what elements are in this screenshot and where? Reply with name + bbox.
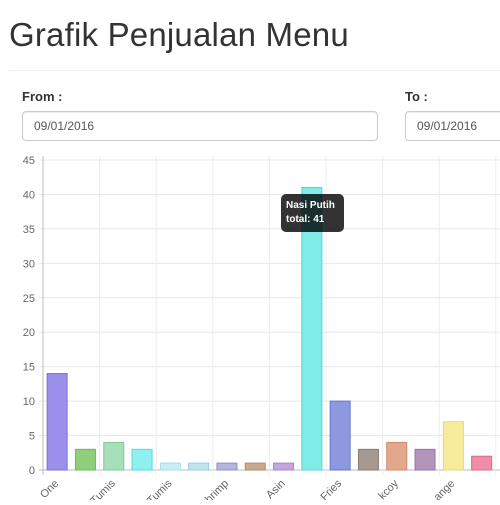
- chart-bar: [273, 462, 295, 471]
- x-tick-label: kcoy: [376, 477, 401, 500]
- bar-chart: 0 5 10 15 20 25 30 35 40 45 One Tumis Tumis hrimp Asin…: [23, 155, 500, 505]
- chart-bar: [329, 400, 351, 471]
- to-label: To :: [405, 89, 428, 104]
- chart-bar: [188, 462, 210, 471]
- chart-bar: [131, 448, 153, 471]
- x-tick-label: Tumis: [145, 477, 175, 500]
- tooltip-body: total: 41: [286, 214, 325, 225]
- from-date-input[interactable]: [22, 111, 378, 141]
- chart-bar: [244, 462, 266, 471]
- chart-bar: [216, 462, 238, 471]
- y-tick-label: 45: [23, 155, 35, 167]
- chart-bar: [357, 448, 379, 471]
- x-tick-label: hrimp: [203, 478, 231, 500]
- y-tick-label: 5: [29, 431, 35, 443]
- x-tick-label: Tumis: [88, 477, 118, 500]
- x-tick-label: Asin: [264, 478, 288, 500]
- from-label: From :: [22, 89, 63, 104]
- y-tick-label: 15: [23, 362, 35, 374]
- chart-bar: [74, 448, 96, 471]
- x-tick-label: ange: [432, 478, 458, 500]
- y-tick-label: 25: [23, 293, 35, 305]
- chart-tooltip: Nasi Putih total: 41: [281, 194, 344, 232]
- chart-bar: [159, 462, 181, 471]
- title-divider: [9, 70, 500, 71]
- to-date-input[interactable]: [405, 111, 500, 141]
- tooltip-title: Nasi Putih: [286, 200, 335, 211]
- x-tick-label: Fries: [318, 477, 344, 500]
- chart-bar: [386, 441, 408, 471]
- chart-bar: [103, 441, 125, 471]
- chart-bar: [442, 421, 464, 471]
- y-tick-label: 0: [29, 465, 35, 477]
- chart-bar: [46, 373, 68, 471]
- y-tick-label: 20: [23, 327, 35, 339]
- y-tick-label: 10: [23, 396, 35, 408]
- y-tick-label: 40: [23, 189, 35, 201]
- x-tick-label: One: [38, 478, 61, 500]
- sales-chart: 0 5 10 15 20 25 30 35 40 45 One Tumis Tumis hrimp Asin…: [0, 150, 500, 505]
- chart-bar: [471, 455, 493, 471]
- y-tick-label: 30: [23, 258, 35, 270]
- chart-bar: [414, 448, 436, 471]
- y-tick-label: 35: [23, 224, 35, 236]
- page-title: Grafik Penjualan Menu: [9, 16, 349, 53]
